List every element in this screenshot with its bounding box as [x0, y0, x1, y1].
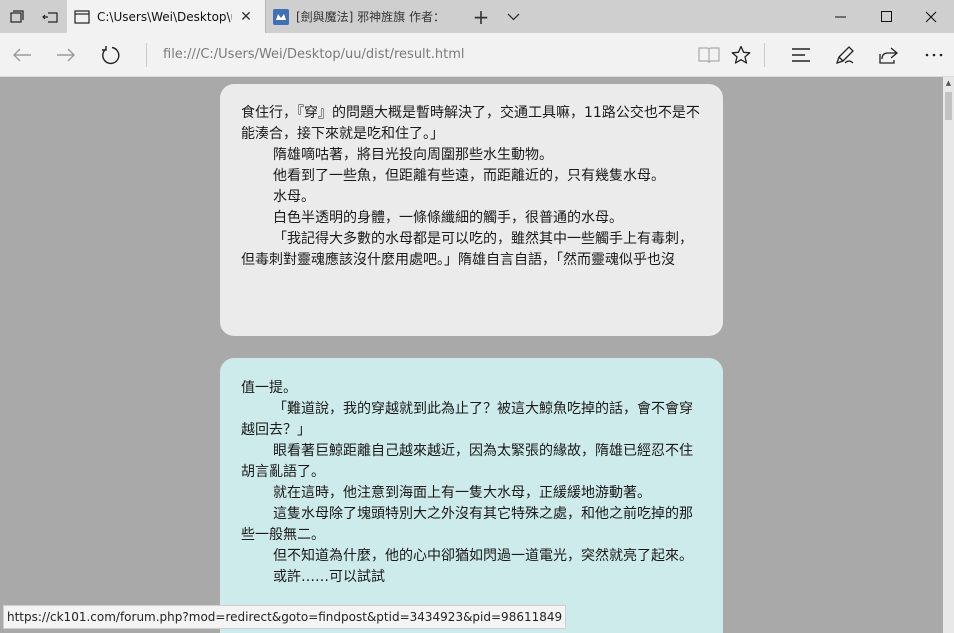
- paragraph: 「我記得大多數的水母都是可以吃的，雖然其中一些觸手上有毒刺，但毒刺對靈魂應該沒什…: [241, 231, 693, 268]
- page-content: 食住行，『穿』的問題大概是暫時解決了，交通工具嘛，11路公交也不是不能湊合，接下…: [0, 77, 943, 633]
- close-window-icon[interactable]: [908, 0, 954, 33]
- text-card-gray: 食住行，『穿』的問題大概是暫時解決了，交通工具嘛，11路公交也不是不能湊合，接下…: [220, 84, 723, 336]
- site-favicon-icon: [266, 8, 296, 25]
- paragraph: 眼看著巨鯨距離自己越來越近，因為太緊張的緣故，隋雄已經忍不住胡言亂語了。: [241, 443, 693, 480]
- paragraph: 食住行，『穿』的問題大概是暫時解決了，交通工具嘛，11路公交也不是不能湊合，接下…: [241, 105, 700, 142]
- navigation-bar: file:///C:/Users/Wei/Desktop/uu/dist/res…: [0, 33, 954, 77]
- tab-bar: C:\Users\Wei\Desktop\u ✕ [劍與魔法] 邪神旌旗 作者：…: [0, 0, 954, 33]
- tab-result-html[interactable]: C:\Users\Wei\Desktop\u ✕: [67, 0, 266, 33]
- paragraph: 「難道說，我的穿越就到此為止了？被這大鯨魚吃掉的話，會不會穿越回去？」: [241, 401, 693, 438]
- paragraph: 值一提。: [241, 380, 297, 396]
- forward-arrow-icon[interactable]: [44, 33, 88, 76]
- address-divider: [146, 43, 147, 67]
- close-tab-icon[interactable]: ✕: [232, 9, 260, 25]
- text-card-cyan: 值一提。 「難道說，我的穿越就到此為止了？被這大鯨魚吃掉的話，會不會穿越回去？」…: [220, 358, 723, 633]
- favorite-star-icon[interactable]: [719, 33, 763, 76]
- scroll-up-arrow-icon[interactable]: ▲: [943, 77, 954, 89]
- share-icon[interactable]: [867, 33, 911, 76]
- paragraph: 他看到了一些魚，但距離有些遠，而距離近的，只有幾隻水母。: [273, 168, 665, 184]
- paragraph: 這隻水母除了塊頭特別大之外沒有其它特殊之處，和他之前吃掉的那些一般無二。: [241, 506, 693, 543]
- refresh-icon[interactable]: [88, 33, 132, 76]
- tab-ck101[interactable]: [劍與魔法] 邪神旌旗 作者：: [266, 0, 463, 33]
- set-tabs-aside-icon[interactable]: [33, 0, 66, 33]
- web-note-pen-icon[interactable]: [823, 33, 867, 76]
- minimize-icon[interactable]: [817, 0, 863, 33]
- toolbar-divider: [764, 43, 765, 67]
- tab-title: C:\Users\Wei\Desktop\u: [97, 9, 232, 24]
- more-options-icon[interactable]: [912, 33, 954, 76]
- maximize-icon[interactable]: [863, 0, 909, 33]
- address-field[interactable]: file:///C:/Users/Wei/Desktop/uu/dist/res…: [163, 33, 465, 76]
- paragraph: 就在這時，他注意到海面上有一隻大水母，正緩緩地游動著。: [273, 485, 651, 501]
- scroll-thumb[interactable]: [945, 92, 952, 120]
- tab-preview-chevron-icon[interactable]: [500, 0, 526, 33]
- page-icon: [67, 9, 97, 24]
- status-link-preview: https://ck101.com/forum.php?mod=redirect…: [3, 605, 567, 629]
- paragraph: 隋雄嘀咕著，將目光投向周圍那些水生動物。: [273, 147, 553, 163]
- tab-title: [劍與魔法] 邪神旌旗 作者：: [296, 10, 445, 24]
- vertical-scrollbar[interactable]: ▲: [943, 77, 954, 633]
- paragraph: 白色半透明的身體，一條條纖細的觸手，很普通的水母。: [273, 210, 623, 226]
- back-arrow-icon[interactable]: [0, 33, 44, 76]
- hub-icon[interactable]: [779, 33, 823, 76]
- tab-manager-icon[interactable]: [0, 0, 33, 33]
- paragraph: 水母。: [273, 189, 315, 205]
- paragraph: 但不知道為什麼，他的心中卻猶如閃過一道電光，突然就亮了起來。: [273, 548, 693, 564]
- paragraph: 或許……可以試試: [273, 569, 385, 585]
- new-tab-icon[interactable]: +: [468, 0, 494, 33]
